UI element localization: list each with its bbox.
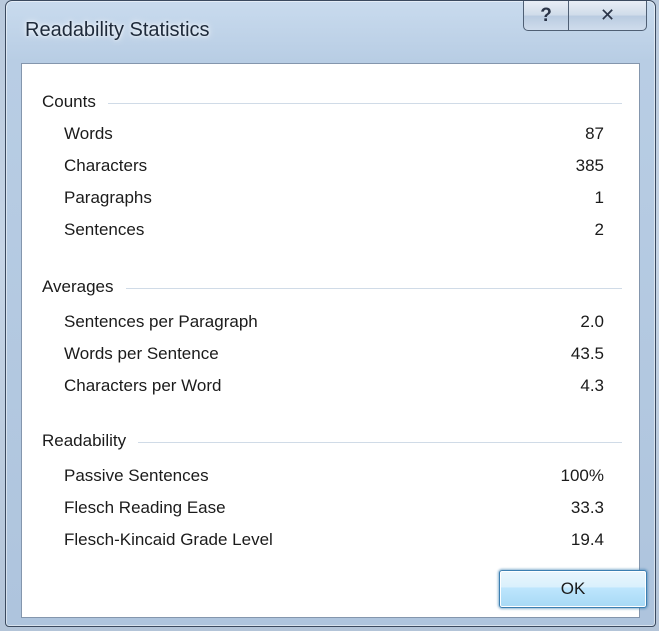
stat-label: Characters (64, 156, 148, 175)
section-header-averages: Averages (42, 276, 622, 298)
section-header-counts: Counts (42, 91, 622, 113)
help-button[interactable]: ? (523, 1, 569, 31)
stat-value: 2 (594, 220, 604, 239)
section-title: Readability (42, 431, 127, 450)
stat-value: 87 (585, 124, 604, 143)
help-icon: ? (540, 4, 552, 26)
stat-row-characters-per-word: Characters per Word 4.3 (64, 376, 604, 398)
stat-label: Paragraphs (64, 188, 152, 207)
section-divider (125, 287, 622, 289)
stat-value: 1 (594, 188, 604, 207)
close-button[interactable]: ✕ (569, 1, 647, 31)
stat-value: 19.4 (570, 530, 604, 549)
stat-value: 385 (575, 156, 604, 175)
stat-row-sentences: Sentences 2 (64, 220, 604, 242)
section-title: Averages (42, 277, 114, 296)
stat-value: 43.5 (570, 344, 604, 363)
stat-row-passive-sentences: Passive Sentences 100% (64, 466, 604, 488)
stat-row-words: Words 87 (64, 124, 604, 146)
stat-label: Characters per Word (64, 376, 222, 395)
stat-label: Words (64, 124, 113, 143)
stat-row-characters: Characters 385 (64, 156, 604, 178)
title-bar[interactable]: Readability Statistics ? ✕ (6, 1, 655, 63)
section-divider (107, 102, 622, 104)
stat-label: Sentences (64, 220, 145, 239)
stat-value: 2.0 (580, 312, 604, 331)
dialog-content: Counts Words 87 Characters 385 Paragraph… (21, 63, 647, 618)
stat-row-words-per-sentence: Words per Sentence 43.5 (64, 344, 604, 366)
stat-row-sentences-per-paragraph: Sentences per Paragraph 2.0 (64, 312, 604, 334)
stat-label: Flesch Reading Ease (64, 498, 226, 517)
caption-buttons: ? ✕ (523, 1, 647, 33)
stat-row-flesch-kincaid-grade-level: Flesch-Kincaid Grade Level 19.4 (64, 530, 604, 552)
dialog-title: Readability Statistics (25, 19, 210, 41)
stat-row-paragraphs: Paragraphs 1 (64, 188, 604, 210)
stat-row-flesch-reading-ease: Flesch Reading Ease 33.3 (64, 498, 604, 520)
stat-value: 100% (560, 466, 604, 485)
stat-value: 4.3 (580, 376, 604, 395)
close-icon: ✕ (599, 5, 616, 25)
section-header-readability: Readability (42, 430, 622, 452)
stat-label: Flesch-Kincaid Grade Level (64, 530, 273, 549)
section-title: Counts (42, 92, 96, 111)
readability-statistics-dialog: Readability Statistics ? ✕ Counts Words … (5, 0, 656, 627)
section-divider (138, 441, 622, 443)
stat-label: Sentences per Paragraph (64, 312, 258, 331)
stat-label: Words per Sentence (64, 344, 219, 363)
stat-value: 33.3 (570, 498, 604, 517)
ok-button[interactable]: OK (499, 570, 647, 608)
stat-label: Passive Sentences (64, 466, 209, 485)
